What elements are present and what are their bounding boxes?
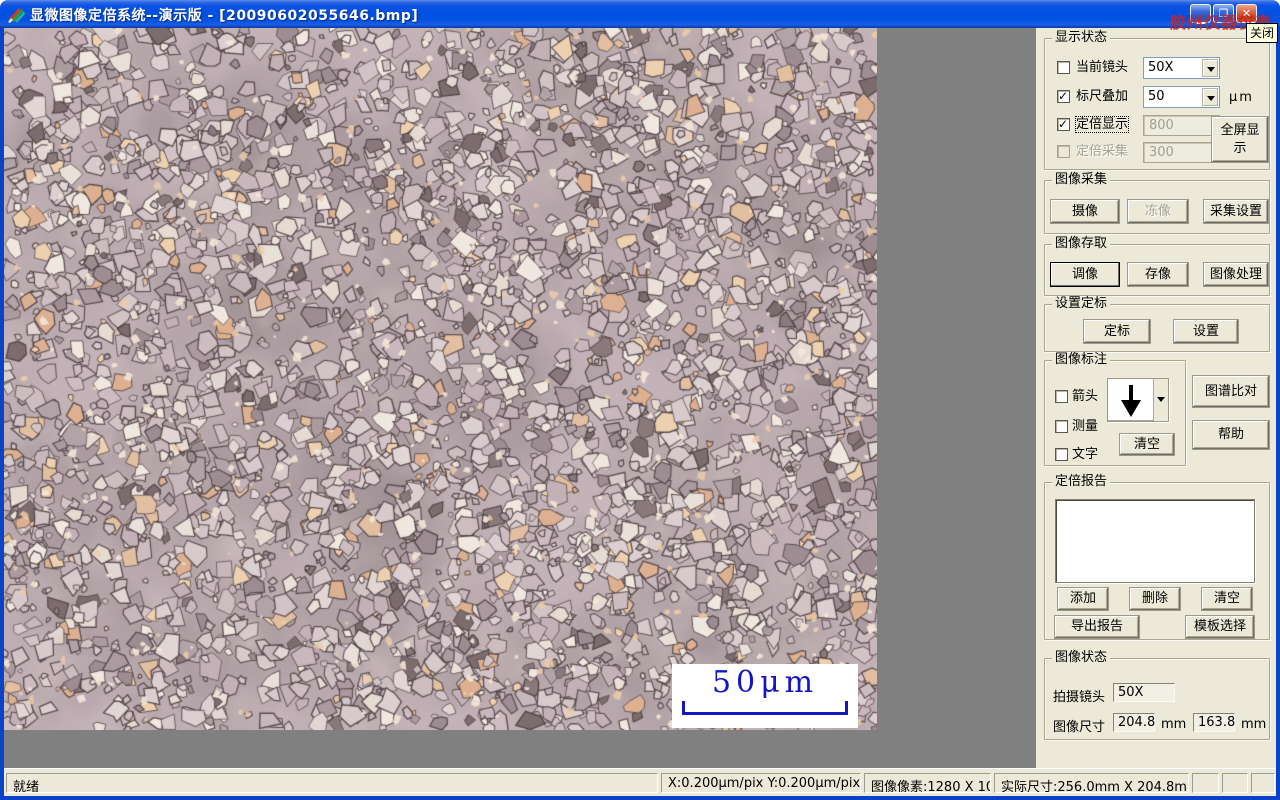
group-annotation: 图像标注 箭头 测量 文字 清空 (1044, 353, 1186, 466)
width-unit-label: mm (1161, 717, 1187, 732)
restore-button[interactable]: ❐ (1213, 4, 1234, 23)
measure-checkbox[interactable] (1055, 420, 1068, 433)
title-bar[interactable]: 显微图像定倍系统--演示版 - [20090602055646.bmp] ▁ ❐… (0, 0, 1280, 43)
close-tooltip: 关闭 (1245, 23, 1278, 43)
ruler-overlay-label: 标尺叠加 (1076, 89, 1129, 104)
status-bar: 就绪 X:0.200μm/pix Y:0.200μm/pix 图像像素:1280… (4, 768, 1276, 796)
report-add-button[interactable]: 添加 (1057, 587, 1109, 611)
minimize-button[interactable]: ▁ (1190, 4, 1211, 24)
height-unit-label: mm (1241, 717, 1267, 732)
group-title: 设置定标 (1052, 297, 1111, 311)
ruler-overlay-checkbox[interactable] (1057, 89, 1070, 103)
image-process-button[interactable]: 图像处理 (1203, 262, 1269, 287)
app-icon (8, 8, 25, 23)
group-image-capture: 图像采集 摄像 冻像 采集设置 (1044, 173, 1270, 234)
export-report-button[interactable]: 导出报告 (1054, 615, 1140, 639)
group-title: 图像存取 (1052, 237, 1111, 251)
chevron-down-icon[interactable] (1153, 379, 1168, 421)
text-checkbox[interactable] (1055, 448, 1068, 461)
group-image-status: 图像状态 拍摄镜头 50X 图像尺寸 204.8 mm 163.8 mm (1044, 651, 1270, 740)
atlas-compare-button[interactable]: 图谱比对 (1192, 375, 1270, 408)
image-height-field: 163.8 (1193, 713, 1235, 732)
current-lens-label: 当前镜头 (1076, 60, 1129, 75)
statusbar-cell (1222, 773, 1248, 793)
annotation-clear-button[interactable]: 清空 (1119, 433, 1175, 456)
measure-label: 测量 (1072, 419, 1099, 434)
report-clear-button[interactable]: 清空 (1201, 587, 1253, 611)
close-button[interactable]: ✕ (1236, 4, 1257, 23)
group-report: 定倍报告 添加 删除 清空 导出报告 模板选择 (1044, 475, 1270, 640)
ruler-unit-label: μm (1229, 90, 1254, 105)
group-title: 图像状态 (1052, 651, 1111, 665)
calibration-settings-button[interactable]: 设置 (1173, 319, 1239, 344)
shoot-lens-field: 50X (1113, 683, 1175, 702)
status-resolution: X:0.200μm/pix Y:0.200μm/pix (661, 773, 861, 793)
report-delete-button[interactable]: 删除 (1129, 587, 1181, 611)
fixed-display-label: 定倍显示 (1074, 116, 1130, 133)
app-window: 显微图像定倍系统--演示版 - [20090602055646.bmp] ▁ ❐… (0, 0, 1280, 800)
current-lens-checkbox[interactable] (1057, 61, 1070, 74)
window-title: 显微图像定倍系统--演示版 - [20090602055646.bmp] (30, 8, 419, 24)
client-area: 50μm 显示状态 当前镜头 50X 标尺叠加 50 (4, 28, 1276, 768)
report-list[interactable] (1055, 499, 1255, 583)
statusbar-cell (1251, 773, 1275, 793)
arrow-down-marker-icon (1121, 385, 1141, 417)
template-select-button[interactable]: 模板选择 (1185, 615, 1255, 639)
arrow-checkbox[interactable] (1055, 390, 1068, 403)
status-ready: 就绪 (6, 773, 658, 793)
fixed-capture-checkbox (1057, 145, 1070, 158)
arrow-label: 箭头 (1072, 389, 1099, 404)
scale-bar-label: 50μm (711, 665, 819, 700)
fixed-capture-field: 300 (1143, 142, 1220, 163)
marker-style-select[interactable] (1107, 378, 1169, 422)
group-title: 定倍报告 (1052, 475, 1111, 489)
image-width-field: 204.8 (1113, 713, 1155, 732)
group-title: 显示状态 (1052, 31, 1111, 45)
fullscreen-button[interactable]: 全屏显示 (1211, 116, 1269, 163)
status-actual-size: 实际尺寸:256.0mm X 204.8mm (994, 773, 1189, 793)
image-viewport[interactable]: 50μm (4, 28, 877, 730)
chevron-down-icon[interactable] (1202, 88, 1218, 106)
group-display-status: 显示状态 当前镜头 50X 标尺叠加 50 μm 定倍显示 800 定倍采集 (1044, 31, 1270, 170)
shoot-lens-label: 拍摄镜头 (1053, 690, 1106, 705)
ruler-value-select[interactable]: 50 (1143, 86, 1220, 108)
group-title: 图像标注 (1052, 353, 1111, 367)
chevron-down-icon[interactable] (1202, 59, 1218, 77)
status-pixels: 图像像素:1280 X 1024 (864, 773, 991, 793)
freeze-button: 冻像 (1127, 199, 1189, 224)
statusbar-cell (1192, 773, 1219, 793)
save-image-button[interactable]: 存像 (1127, 262, 1189, 287)
current-lens-select[interactable]: 50X (1143, 57, 1220, 79)
fixed-display-checkbox[interactable] (1057, 117, 1070, 131)
fixed-capture-label: 定倍采集 (1076, 144, 1129, 159)
micrograph-image[interactable] (4, 28, 877, 730)
group-image-storage: 图像存取 调像 存像 图像处理 (1044, 237, 1270, 296)
camera-button[interactable]: 摄像 (1050, 199, 1120, 224)
help-button[interactable]: 帮助 (1192, 420, 1270, 450)
control-panel: 显示状态 当前镜头 50X 标尺叠加 50 μm 定倍显示 800 定倍采集 (1036, 28, 1276, 768)
image-size-label: 图像尺寸 (1053, 720, 1106, 735)
fixed-display-field: 800 (1143, 115, 1220, 136)
scale-bar-rule (682, 701, 848, 715)
calibrate-button[interactable]: 定标 (1083, 319, 1151, 344)
text-label: 文字 (1072, 447, 1099, 462)
capture-settings-button[interactable]: 采集设置 (1203, 199, 1269, 224)
group-title: 图像采集 (1052, 173, 1111, 187)
scale-bar-overlay: 50μm (672, 664, 858, 728)
group-calibration: 设置定标 定标 设置 (1044, 297, 1270, 352)
load-image-button[interactable]: 调像 (1050, 262, 1120, 287)
